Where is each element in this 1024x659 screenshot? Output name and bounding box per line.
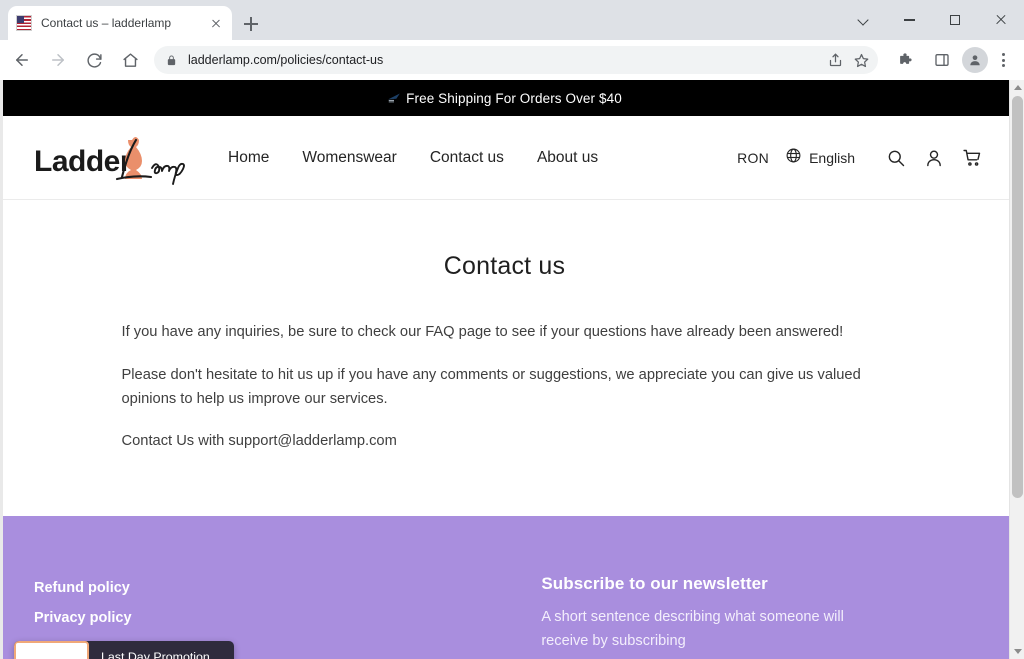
minimize-icon[interactable] <box>886 0 932 40</box>
web-page: Free Shipping For Orders Over $40 Ladder <box>0 80 1009 659</box>
three-dot-menu-icon[interactable] <box>990 47 1016 73</box>
us-flag-icon <box>16 15 32 31</box>
recently-purchased-toast[interactable]: Last Day Promotion ... 2***2 Recently pu… <box>14 641 234 659</box>
url-text: ladderlamp.com/policies/contact-us <box>188 53 383 67</box>
close-window-icon[interactable] <box>978 0 1024 40</box>
cart-icon[interactable] <box>957 143 987 173</box>
reload-icon[interactable] <box>80 46 108 74</box>
language-selector[interactable]: English <box>785 147 855 169</box>
browser-toolbar: ladderlamp.com/policies/contact-us <box>0 40 1024 80</box>
toolbar-right-group <box>884 46 1024 74</box>
new-tab-button[interactable] <box>240 13 262 35</box>
profile-avatar-icon[interactable] <box>962 47 988 73</box>
body-paragraph: Please don't hesitate to hit us up if yo… <box>122 364 888 412</box>
back-icon[interactable] <box>8 46 36 74</box>
language-label: English <box>809 150 855 166</box>
nav-link-about-us[interactable]: About us <box>537 149 598 167</box>
maximize-icon[interactable] <box>932 0 978 40</box>
main-content: Contact us If you have any inquiries, be… <box>0 200 1009 516</box>
main-navigation: Home Womenswear Contact us About us <box>228 149 598 167</box>
newsletter-section: Subscribe to our newsletter A short sent… <box>523 574 975 653</box>
scroll-down-arrow[interactable] <box>1010 644 1024 659</box>
newsletter-subtitle: A short sentence describing what someone… <box>541 606 871 653</box>
body-paragraph: If you have any inquiries, be sure to ch… <box>122 321 888 345</box>
currency-selector[interactable]: RON <box>737 150 769 166</box>
star-icon[interactable] <box>848 47 874 73</box>
toast-body: Last Day Promotion ... 2***2 Recently pu… <box>89 641 234 659</box>
tab-strip: Contact us – ladderlamp <box>0 0 1024 40</box>
site-logo[interactable]: Ladder <box>34 127 210 189</box>
nav-link-home[interactable]: Home <box>228 149 269 167</box>
nav-link-womenswear[interactable]: Womenswear <box>302 149 396 167</box>
close-tab-icon[interactable] <box>208 15 224 31</box>
footer-link-privacy-policy[interactable]: Privacy policy <box>34 610 132 626</box>
page-scrollbar[interactable] <box>1009 80 1024 659</box>
footer-link-list: Refund policy Privacy policy <box>34 580 523 626</box>
tab-title: Contact us – ladderlamp <box>41 16 208 30</box>
window-controls <box>840 0 1024 40</box>
forward-icon[interactable] <box>44 46 72 74</box>
browser-window: Contact us – ladderlamp ladderl <box>0 0 1024 659</box>
home-icon[interactable] <box>116 46 144 74</box>
globe-icon <box>785 147 802 169</box>
footer-link-refund-policy[interactable]: Refund policy <box>34 580 130 596</box>
page-viewport: Free Shipping For Orders Over $40 Ladder <box>0 80 1024 659</box>
header-utilities: RON English <box>737 143 987 173</box>
scroll-up-arrow[interactable] <box>1010 80 1024 95</box>
share-icon[interactable] <box>822 47 848 73</box>
puzzle-icon[interactable] <box>892 46 920 74</box>
nav-link-contact-us[interactable]: Contact us <box>430 149 504 167</box>
lock-icon <box>166 54 178 67</box>
account-icon[interactable] <box>919 143 949 173</box>
toast-product-title: Last Day Promotion ... <box>101 650 224 659</box>
svg-text:Ladder: Ladder <box>34 145 132 178</box>
browser-tab[interactable]: Contact us – ladderlamp <box>8 6 232 40</box>
footer-links-column: Refund policy Privacy policy <box>34 574 523 626</box>
announcement-text: Free Shipping For Orders Over $40 <box>406 91 622 106</box>
side-panel-icon[interactable] <box>928 46 956 74</box>
body-paragraph: Contact Us with support@ladderlamp.com <box>122 430 888 454</box>
chevron-down-icon[interactable] <box>840 0 886 40</box>
site-footer: Refund policy Privacy policy Subscribe t… <box>0 516 1009 659</box>
page-title: Contact us <box>0 252 1009 281</box>
viewport-left-edge <box>0 80 3 659</box>
newsletter-title: Subscribe to our newsletter <box>541 574 975 594</box>
page-body: If you have any inquiries, be sure to ch… <box>110 321 900 454</box>
site-header: Ladder Home Womenswear Contact us About <box>0 116 1009 200</box>
announcement-bar: Free Shipping For Orders Over $40 <box>0 80 1009 116</box>
address-bar[interactable]: ladderlamp.com/policies/contact-us <box>154 46 878 74</box>
search-icon[interactable] <box>881 143 911 173</box>
scrollbar-thumb[interactable] <box>1012 96 1023 498</box>
product-thumbnail <box>14 641 89 659</box>
shipping-icon <box>387 91 401 105</box>
